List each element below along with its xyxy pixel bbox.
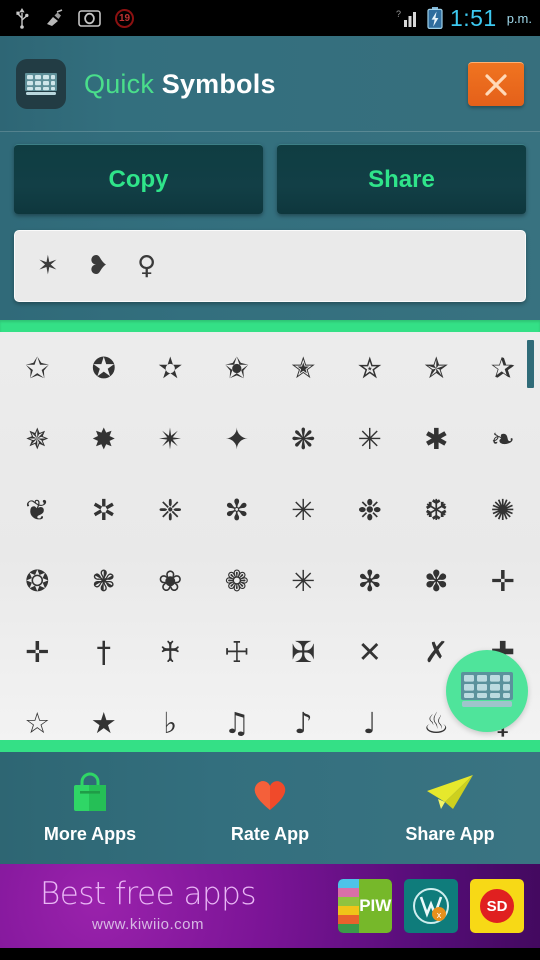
symbol-cell[interactable]: ♫ [204,687,271,740]
symbol-input-field[interactable]: ✶ ❥ ♀ [14,230,526,302]
symbol-cell[interactable]: ✕ [337,616,404,687]
symbol-cell[interactable]: ♪ [270,687,337,740]
ad-app-label-piw: PIW [358,879,392,933]
symbol-cell[interactable]: ✽ [403,545,470,616]
ad-app-icon-piw[interactable]: PIW [338,879,392,933]
ad-banner[interactable]: Best free apps www.kiwiio.com PIW x SD [0,864,540,948]
symbol-cell[interactable]: ✯ [403,332,470,403]
symbol-cell[interactable]: ✲ [71,474,138,545]
symbol-cell[interactable]: ✵ [4,403,71,474]
status-bar-meridiem: p.m. [506,10,532,26]
nav-label-rate-app: Rate App [230,824,310,844]
ad-app-icon-w[interactable]: x [404,879,458,933]
status-bar: 19 ? 1:51 p.m. [0,0,540,36]
broom-icon [47,9,63,26]
ad-app-icon-sd[interactable]: SD [470,879,524,933]
battery-charging-icon [427,7,443,29]
usb-icon [16,8,29,29]
symbol-cell[interactable]: ✻ [337,545,404,616]
nav-label-share-app: Share App [405,824,495,844]
paper-plane-icon [425,771,475,815]
symbol-cell[interactable]: ★ [71,687,138,740]
symbol-cell[interactable]: ✫ [137,332,204,403]
ad-text: Best free apps www.kiwiio.com [40,876,257,934]
keyboard-fab-button[interactable] [446,650,528,732]
keyboard-icon [461,672,513,707]
status-bar-right: ? 1:51 p.m. [396,5,532,32]
symbol-cell[interactable]: ✳ [337,403,404,474]
status-bar-time: 1:51 [449,4,497,31]
app-header: Quick Symbols [0,36,540,132]
symbol-cell[interactable]: ♩ [337,687,404,740]
ad-title: Best free apps [40,876,257,912]
symbol-cell[interactable]: ☩ [204,616,271,687]
vertical-scrollbar[interactable] [527,340,534,388]
symbol-cell[interactable]: ✺ [470,474,537,545]
symbol-cell[interactable]: ❦ [4,474,71,545]
symbol-cell[interactable]: ✮ [337,332,404,403]
page-title: Quick Symbols [84,69,276,100]
symbol-cell[interactable]: ❆ [403,474,470,545]
ad-url: www.kiwiio.com [92,916,205,933]
symbol-cell[interactable]: ✭ [270,332,337,403]
bottom-nav: More Apps Rate App Share App [0,752,540,864]
symbol-cell[interactable]: ✱ [403,403,470,474]
symbol-cell[interactable]: ❁ [204,545,271,616]
page-title-symbols: Symbols [161,68,276,99]
symbol-cell[interactable]: ✬ [204,332,271,403]
ad-app-icons: PIW x SD [338,879,524,933]
app-screen: 19 ? 1:51 p.m. Quick Symbols Copy Share … [0,0,540,960]
symbol-cell[interactable]: ✩ [4,332,71,403]
copy-button[interactable]: Copy [14,144,263,214]
notification-count-badge: 19 [115,8,134,28]
shopping-bag-icon [69,771,111,815]
symbol-cell[interactable]: ✳ [270,545,337,616]
symbol-cell[interactable]: ♭ [137,687,204,740]
symbol-cell[interactable]: ✪ [71,332,138,403]
page-title-quick: Quick [84,68,155,99]
symbol-cell[interactable]: ❈ [137,474,204,545]
w-circle-icon: x [413,888,449,924]
divider-green-bottom [0,740,540,752]
signal-bars-icon: ? [396,9,416,27]
action-zone: Copy Share ✶ ❥ ♀ [0,132,540,320]
svg-text:?: ? [396,9,401,19]
symbol-cell[interactable]: ☆ [4,687,71,740]
symbol-cell[interactable]: ✼ [204,474,271,545]
action-button-row: Copy Share [14,144,526,214]
close-icon [485,73,507,96]
nav-item-share-app[interactable]: Share App [360,771,540,845]
symbol-cell[interactable]: ✸ [71,403,138,474]
symbol-cell[interactable]: ✛ [470,545,537,616]
symbol-cell[interactable]: ❃ [71,545,138,616]
symbol-cell[interactable]: ✳ [270,474,337,545]
share-button[interactable]: Share [277,144,526,214]
symbol-cell[interactable]: ❋ [270,403,337,474]
divider-green-top [0,320,540,332]
svg-text:x: x [437,910,442,920]
symbol-cell[interactable]: ✠ [270,616,337,687]
status-bar-left-icons: 19 [14,7,134,29]
nav-item-more-apps[interactable]: More Apps [0,771,180,845]
symbol-cell[interactable]: ✛ [4,616,71,687]
ad-app-label-sd: SD [477,886,517,926]
symbol-grid-container: ✩ ✪ ✫ ✬ ✭ ✮ ✯ ✰ ✵ ✸ ✴ ✦ ❋ ✳ ✱ ❧ ❦ ✲ ❈ ✼ ✳ ❉ ❆ ✺ ❂ ❃ ❀ ❁ ✳ ✻ ✽ ✛ ✛ † ♰ ☩ ✠ ✕ ✗ ✚… [0,332,540,740]
color-stripes [338,879,359,933]
symbol-cell[interactable]: ✦ [204,403,271,474]
keyboard-icon [25,73,57,95]
close-button[interactable] [468,62,524,106]
app-icon [16,59,66,109]
screenshot-icon [78,9,101,27]
nav-item-rate-app[interactable]: Rate App [180,771,360,845]
symbol-cell[interactable]: ♰ [137,616,204,687]
symbol-cell[interactable]: ❀ [137,545,204,616]
nav-label-more-apps: More Apps [43,824,137,844]
symbol-cell[interactable]: † [71,616,138,687]
symbol-cell[interactable]: ❉ [337,474,404,545]
symbol-cell[interactable]: ❧ [470,403,537,474]
symbol-cell[interactable]: ✴ [137,403,204,474]
heart-icon [249,771,291,815]
symbol-cell[interactable]: ❂ [4,545,71,616]
